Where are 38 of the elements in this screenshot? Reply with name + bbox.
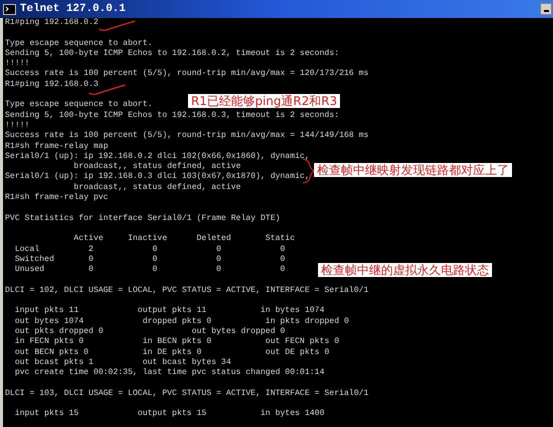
terminal-line: Active Inactive Deleted Static bbox=[72, 234, 295, 245]
terminal-icon bbox=[3, 4, 16, 14]
terminal-line: Sending 5, 100-byte ICMP Echos to 192.168.0.3, timeout is 2 seconds: bbox=[5, 110, 340, 121]
terminal-line: out bytes 1074 dropped pkts 0 in pkts dropped 0 bbox=[14, 316, 349, 327]
terminal-line: broadcast,, status defined, active bbox=[72, 162, 241, 172]
terminal-line: Success rate is 100 percent (5/5), round-trip min/avg/max = 120/173/216 ms bbox=[5, 69, 369, 80]
terminal-line: in FECN pkts 0 in BECN pkts 0 out FECN pkts 0 bbox=[14, 337, 340, 348]
terminal-line: out pkts dropped 0 out bytes dropped 0 bbox=[14, 326, 286, 337]
check-mark-drawing bbox=[98, 20, 136, 32]
terminal-line: PVC Statistics for interface Serial0/1 (Frame Relay DTE) bbox=[5, 214, 280, 224]
terminal-line: R1#ping 192.168.0.2 bbox=[5, 18, 98, 28]
terminal-line: !!!!! bbox=[5, 120, 30, 132]
terminal-line: Unused 0 0 0 0 bbox=[14, 265, 286, 276]
terminal-line: input pkts 11 output pkts 11 in bytes 1074 bbox=[14, 306, 324, 317]
terminal-line: !!!!! bbox=[5, 59, 30, 70]
terminal-line: R1#sh frame-relay pvc bbox=[5, 193, 108, 204]
terminal-line: out BECN pkts 0 in DE pkts 0 out DE pkts 0 bbox=[14, 348, 330, 358]
annotation-label: 检查帧中继的虚拟永久电路状态 bbox=[318, 263, 492, 277]
terminal-line: Sending 5, 100-byte ICMP Echos to 192.168.0.2, timeout is 2 seconds: bbox=[5, 48, 340, 60]
terminal-line: input pkts 15 output pkts 15 in bytes 1400 bbox=[14, 409, 324, 420]
terminal-line: broadcast,, status defined, active bbox=[72, 182, 241, 193]
terminal-line: Type escape sequence to abort. bbox=[5, 100, 152, 111]
terminal-line: Local 2 0 0 0 bbox=[14, 244, 286, 255]
terminal-line: pvc create time 00:02:35, last time pvc status changed 00:01:14 bbox=[14, 368, 324, 378]
annotation-label: 检查帧中继映射发现链路都对应上了 bbox=[314, 163, 512, 177]
terminal-line: Serial0/1 (up): ip 192.168.0.3 dlci 103(0x67,0x1870), dynamic, bbox=[5, 172, 310, 183]
terminal-line: Serial0/1 (up): ip 192.168.0.2 dlci 102(0x66,0x1860), dynamic, bbox=[5, 152, 310, 162]
terminal-line: DLCI = 102, DLCI USAGE = LOCAL, PVC STATUS = ACTIVE, INTERFACE = Serial0/1 bbox=[5, 286, 369, 296]
terminal-line: Type escape sequence to abort. bbox=[5, 38, 152, 49]
terminal-line: out bcast pkts 1 out bcast bytes 34 bbox=[14, 358, 232, 368]
minimize-button[interactable] bbox=[540, 3, 552, 15]
terminal-line: R1#ping 192.168.0.3 bbox=[5, 80, 98, 90]
terminal-line: R1#sh frame-relay map bbox=[5, 142, 108, 152]
terminal-line: Switched 0 0 0 0 bbox=[14, 254, 286, 265]
terminal-line: Success rate is 100 percent (5/5), round-trip min/avg/max = 144/149/168 ms bbox=[5, 131, 369, 142]
terminal-line: DLCI = 103, DLCI USAGE = LOCAL, PVC STATUS = ACTIVE, INTERFACE = Serial0/1 bbox=[5, 388, 369, 399]
annotation-label: R1已经能够ping通R2和R3 bbox=[188, 94, 340, 108]
window-title: Telnet 127.0.0.1 bbox=[20, 4, 126, 14]
